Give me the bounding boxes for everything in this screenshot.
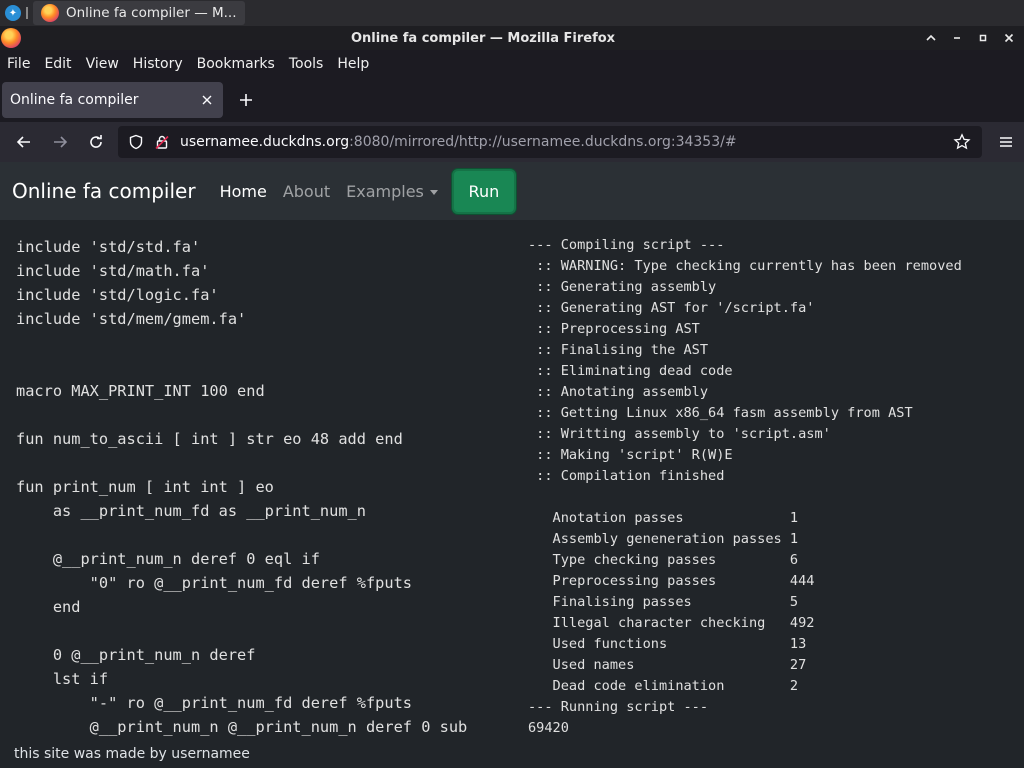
- app-launcher-icon[interactable]: ✦: [5, 5, 21, 21]
- menu-view[interactable]: View: [86, 56, 119, 72]
- nav-examples-label: Examples: [346, 181, 424, 201]
- menu-help[interactable]: Help: [337, 56, 369, 72]
- tab-strip: Online fa compiler: [0, 78, 1024, 122]
- site-navbar: Online fa compiler Home About Examples R…: [0, 162, 1024, 220]
- window-title: Online fa compiler — Mozilla Firefox: [350, 30, 616, 46]
- window-titlebar: Online fa compiler — Mozilla Firefox: [0, 26, 1024, 50]
- navigation-bar: usernamee.duckdns.org:8080/mirrored/http…: [0, 122, 1024, 162]
- taskbar-window-title: Online fa compiler — M...: [66, 5, 237, 21]
- maximize-button[interactable]: [974, 29, 992, 47]
- taskbar-firefox-window[interactable]: Online fa compiler — M...: [33, 1, 245, 25]
- firefox-icon: [1, 28, 21, 48]
- dropdown-caret-icon: [429, 189, 438, 195]
- close-window-button[interactable]: [1000, 29, 1018, 47]
- keep-above-button[interactable]: [922, 29, 940, 47]
- shield-icon[interactable]: [124, 130, 148, 154]
- app-menu-button[interactable]: [988, 127, 1024, 157]
- web-page: Online fa compiler Home About Examples R…: [0, 162, 1024, 768]
- url-text: usernamee.duckdns.org:8080/mirrored/http…: [180, 134, 950, 150]
- menu-bar: File Edit View History Bookmarks Tools H…: [0, 50, 1024, 78]
- menu-history[interactable]: History: [133, 56, 183, 72]
- firefox-icon: [41, 4, 59, 22]
- menu-file[interactable]: File: [7, 56, 30, 72]
- code-editor[interactable]: include 'std/std.fa' include 'std/math.f…: [16, 235, 506, 745]
- run-button[interactable]: Run: [451, 168, 516, 214]
- tab-label: Online fa compiler: [10, 92, 139, 108]
- taskbar-separator: [26, 7, 28, 19]
- bookmark-star-icon[interactable]: [950, 130, 974, 154]
- forward-button[interactable]: [42, 127, 78, 157]
- url-path: :8080/mirrored/http://usernamee.duckdns.…: [349, 134, 737, 150]
- compiler-output: --- Compiling script --- :: WARNING: Typ…: [528, 237, 962, 736]
- nav-home[interactable]: Home: [220, 182, 267, 201]
- taskbar: ✦ Online fa compiler — M...: [0, 0, 1024, 26]
- menu-bookmarks[interactable]: Bookmarks: [197, 56, 275, 72]
- insecure-lock-icon[interactable]: [150, 130, 174, 154]
- nav-about[interactable]: About: [283, 182, 330, 201]
- close-tab-icon[interactable]: [199, 92, 215, 108]
- site-brand[interactable]: Online fa compiler: [12, 179, 196, 203]
- site-footer: this site was made by usernamee: [14, 746, 250, 762]
- url-bar[interactable]: usernamee.duckdns.org:8080/mirrored/http…: [118, 126, 982, 158]
- back-button[interactable]: [6, 127, 42, 157]
- menu-edit[interactable]: Edit: [44, 56, 71, 72]
- minimize-button[interactable]: [948, 29, 966, 47]
- menu-tools[interactable]: Tools: [289, 56, 324, 72]
- url-host: usernamee.duckdns.org: [180, 134, 350, 150]
- nav-examples-dropdown[interactable]: Examples: [346, 182, 438, 201]
- reload-button[interactable]: [78, 127, 114, 157]
- tab-online-fa-compiler[interactable]: Online fa compiler: [2, 82, 223, 118]
- new-tab-button[interactable]: [231, 85, 261, 115]
